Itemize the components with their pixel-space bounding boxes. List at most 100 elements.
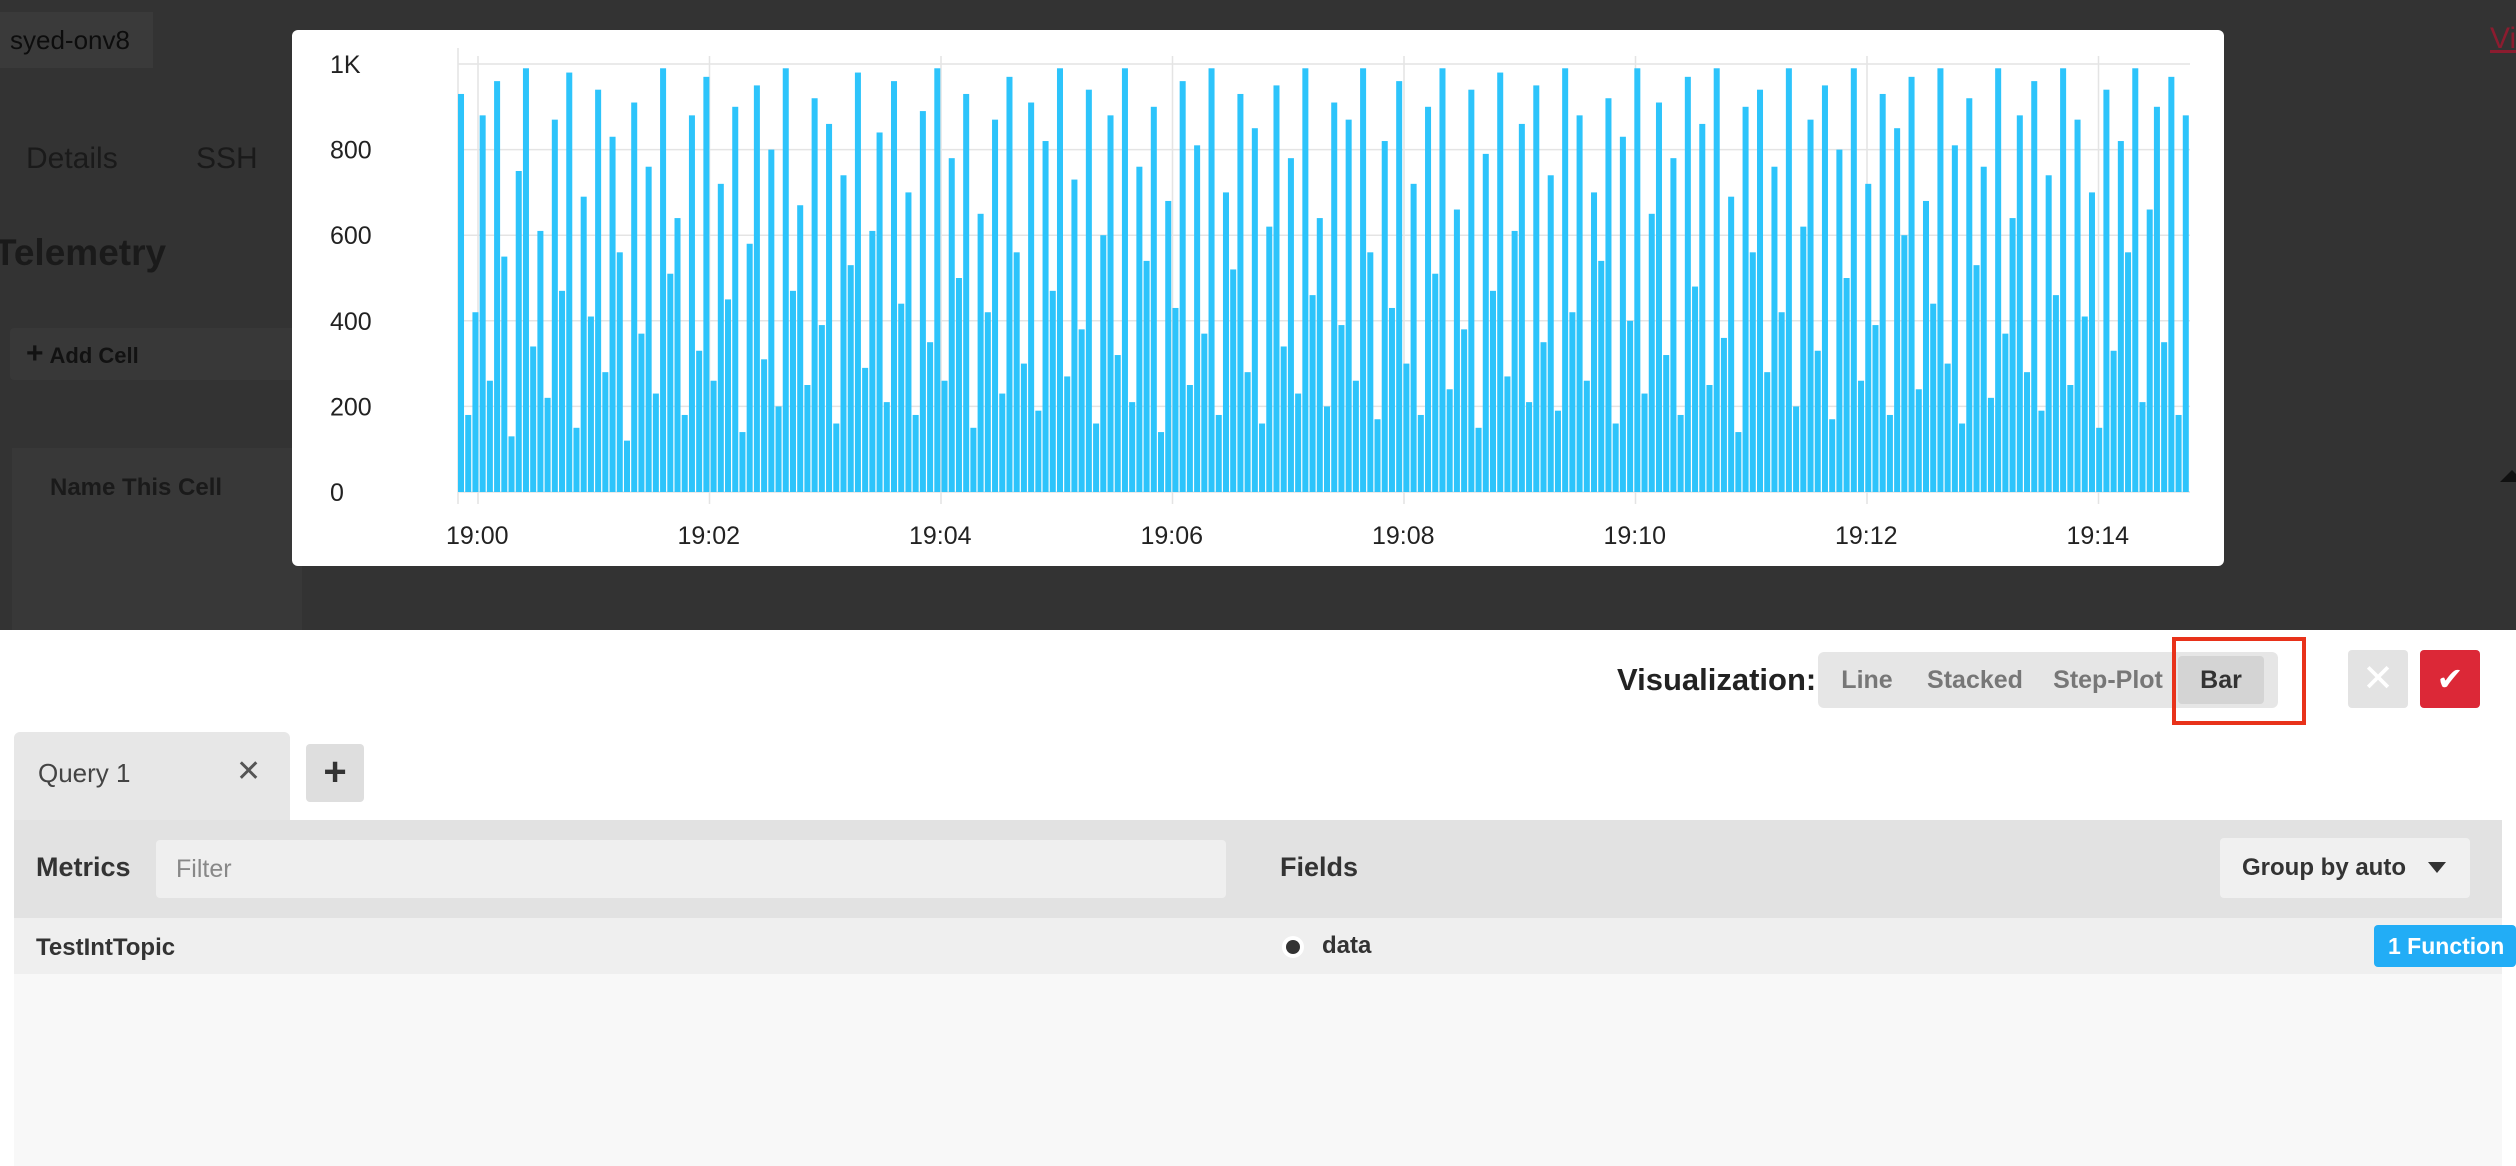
add-query-button[interactable]: + — [306, 744, 364, 802]
chart-bar — [2182, 115, 2189, 493]
chart-bar — [2081, 316, 2088, 492]
chart-bar — [580, 196, 587, 492]
chart-bar — [1922, 200, 1929, 492]
chart-bar — [1612, 423, 1619, 492]
chart-bar — [2024, 372, 2031, 492]
chart-bar — [1627, 320, 1634, 492]
chart-bar — [1591, 192, 1598, 492]
field-item[interactable]: data — [1322, 932, 1371, 960]
chart-bar — [1309, 295, 1316, 492]
fields-label: Fields — [1280, 852, 1359, 882]
filter-input[interactable] — [156, 840, 1226, 898]
chart-bar — [927, 342, 934, 492]
chart-bar — [2117, 141, 2124, 492]
chart-bar — [1728, 196, 1735, 492]
chart-bar — [1208, 68, 1215, 492]
chart-bar — [1742, 106, 1749, 493]
empty-results-area — [14, 974, 2502, 1166]
chart-bar — [616, 252, 623, 492]
chart-bar — [1150, 106, 1157, 493]
chart-bar — [1648, 213, 1655, 493]
chart-bar — [1085, 89, 1092, 493]
chart-bar — [1872, 325, 1879, 492]
chart-bar — [1901, 235, 1908, 492]
metric-row — [14, 918, 2502, 974]
selection-highlight-box — [2172, 637, 2306, 725]
chart-bar — [1908, 76, 1915, 492]
cancel-button[interactable]: ✕ — [2348, 650, 2408, 708]
chart-bar — [1432, 273, 1439, 492]
chart-bar — [833, 423, 840, 492]
chart-bar — [2175, 414, 2182, 492]
chart-bar — [1439, 68, 1446, 492]
chart-bar — [688, 115, 695, 493]
chart-bar — [2038, 410, 2045, 492]
viz-option-stacked[interactable]: Stacked — [1912, 656, 2038, 704]
chart-bar — [1179, 81, 1186, 492]
chart-bar — [1677, 414, 1684, 492]
viz-option-line[interactable]: Line — [1822, 656, 1912, 704]
chart-bar — [1562, 68, 1569, 492]
chart-bar — [1821, 85, 1828, 493]
chart-bar — [623, 440, 630, 492]
chart-bar — [854, 72, 861, 492]
group-by-dropdown[interactable]: Group by auto — [2220, 838, 2470, 898]
field-radio-icon[interactable] — [1286, 940, 1300, 954]
viz-option-step-plot[interactable]: Step-Plot — [2038, 656, 2178, 704]
metric-item[interactable]: TestIntTopic — [36, 934, 175, 962]
chart-bar — [1504, 376, 1511, 492]
caret-down-icon — [2428, 862, 2446, 873]
chart-bar — [941, 380, 948, 492]
x-tick-label: 19:04 — [909, 522, 972, 550]
chart-bar — [840, 175, 847, 492]
chart-bar — [1396, 81, 1403, 492]
chart-bar — [1692, 286, 1699, 492]
chart-bar — [761, 359, 768, 492]
chart-bar — [1230, 269, 1237, 492]
chart-bar — [1215, 414, 1222, 492]
chart-bar — [804, 385, 811, 492]
query-tab[interactable]: Query 1 ✕ — [14, 732, 290, 820]
chart-bar — [1778, 312, 1785, 492]
chart-bar — [746, 243, 753, 492]
chart-bar — [710, 380, 717, 492]
chart-bar — [1316, 218, 1323, 492]
add-cell-button: + Add Cell — [10, 328, 300, 380]
chart-bar — [1634, 68, 1641, 492]
chart-bar — [1865, 183, 1872, 492]
chart-bar — [1006, 76, 1013, 492]
chart-bar — [501, 256, 508, 492]
chart-bar — [458, 93, 465, 493]
chart-bar — [1511, 230, 1518, 493]
chart-bar — [595, 89, 602, 493]
y-tick-label: 600 — [330, 222, 372, 250]
chart-bar — [912, 414, 919, 492]
confirm-button[interactable]: ✔ — [2420, 650, 2480, 708]
chart-bar — [1136, 166, 1143, 492]
chart-bar — [1035, 410, 1042, 492]
x-tick-label: 19:06 — [1141, 522, 1204, 550]
chart-bar — [1251, 128, 1258, 492]
tab-ssh: SSH — [196, 142, 258, 175]
group-by-label: Group by auto — [2242, 854, 2406, 881]
chart-bar — [465, 414, 472, 492]
query-tab-label: Query 1 — [38, 758, 131, 788]
chart-bar — [681, 414, 688, 492]
chart-bar — [725, 299, 732, 492]
x-tick-label: 19:08 — [1372, 522, 1435, 550]
chart-bar — [1526, 402, 1533, 492]
chart-bar — [1273, 85, 1280, 493]
chart-bar — [1605, 98, 1612, 493]
close-icon[interactable]: ✕ — [236, 754, 261, 789]
chart-bar — [2153, 106, 2160, 493]
chart-bar — [1533, 85, 1540, 493]
function-button[interactable]: 1 Function — [2374, 925, 2516, 967]
y-tick-label: 1K — [330, 51, 361, 79]
chart-bar — [2045, 175, 2052, 492]
chart-bar — [2074, 119, 2081, 492]
chart-bar — [2125, 252, 2132, 492]
chart-bar — [1576, 115, 1583, 493]
chart-bar — [1735, 432, 1742, 492]
chart-bar — [544, 397, 551, 492]
chart-bar — [551, 119, 558, 492]
